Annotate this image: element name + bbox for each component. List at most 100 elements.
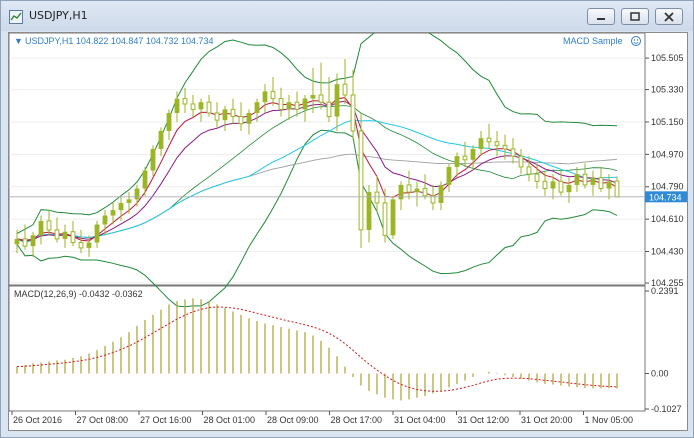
candle-bull [286, 102, 292, 110]
candle-bear [486, 137, 492, 143]
chart-window: USDJPY,H1 ▼ USDJPY,H1 104.822 104.847 10… [0, 0, 694, 438]
candle-bull [142, 170, 148, 189]
time-tick-label: 31 Oct 20:00 [521, 415, 573, 425]
candle-bear [534, 173, 540, 182]
candle-bull [102, 215, 108, 225]
price-panel[interactable] [8, 32, 646, 286]
macd-label: MACD(12,26,9) -0.0432 -0.0362 [14, 289, 143, 299]
window-title: USDJPY,H1 [29, 9, 88, 22]
candle-bull [126, 199, 132, 203]
candle-bull [366, 192, 372, 230]
candle-bear [406, 184, 412, 193]
candle-bear [358, 130, 364, 231]
candle-bear [78, 242, 84, 249]
candle-bear [238, 116, 244, 125]
price-axis: 105.505 105.330 105.150 104.970 104.790 104.6… [645, 53, 684, 288]
candle-bear [294, 101, 300, 110]
candle-bear [382, 202, 388, 236]
candle-bear [206, 101, 212, 114]
candle-bull [310, 94, 316, 99]
restore-icon [630, 11, 640, 21]
macd-axis: 0.2391 0.00 -0.1027 [645, 286, 682, 414]
candle-bull [14, 238, 20, 245]
time-tick-label: 27 Oct 08:00 [77, 415, 129, 425]
candle-bull [478, 138, 484, 149]
candle-bull [118, 202, 124, 211]
candle-bull [454, 156, 460, 167]
macd-tick-label: 0.00 [651, 369, 669, 379]
candle-bear [422, 188, 428, 197]
candle-bear [182, 98, 188, 105]
candle-bull [262, 91, 268, 103]
candle-bear [374, 191, 380, 204]
price-tick-label: 105.330 [651, 85, 684, 95]
candle-bear [190, 103, 196, 110]
minimize-icon [597, 17, 605, 20]
candle-bull [94, 224, 100, 243]
symbol-info: USDJPY,H1 104.822 104.847 104.732 104.73… [25, 36, 214, 46]
time-tick-label: 31 Oct 12:00 [458, 415, 510, 425]
candle-bull [174, 98, 180, 113]
current-price-value: 104.734 [649, 192, 682, 202]
candle-bear [558, 180, 564, 193]
candle-bear [542, 180, 548, 190]
candle-bull [198, 102, 204, 110]
candle-bear [614, 180, 620, 198]
candle-bull [414, 188, 420, 193]
candle-bear [46, 220, 52, 231]
expert-name: MACD Sample [563, 36, 623, 46]
candle-bull [246, 112, 252, 124]
candle-bull [302, 98, 308, 110]
macd-tick-label: -0.1027 [651, 404, 682, 414]
time-tick-label: 1 Nov 05:00 [585, 415, 634, 425]
candle-bear [270, 90, 276, 100]
candle-bear [502, 144, 508, 150]
candle-bull [110, 210, 116, 216]
price-tick-label: 104.430 [651, 247, 684, 257]
title-bar[interactable]: USDJPY,H1 [1, 1, 693, 31]
time-tick-label: 26 Oct 2016 [13, 415, 62, 425]
price-tick-label: 104.790 [651, 182, 684, 192]
candle-bull [334, 84, 340, 117]
time-tick-label: 31 Oct 04:00 [394, 415, 446, 425]
restore-button[interactable] [621, 8, 649, 25]
candle-bull [390, 199, 396, 236]
candle-bear [54, 229, 60, 240]
price-tick-label: 105.505 [651, 53, 684, 63]
close-icon [664, 11, 674, 22]
candle-bull [438, 184, 444, 203]
price-tick-label: 104.970 [651, 149, 684, 159]
candle-bear [526, 166, 532, 175]
close-button[interactable] [655, 8, 683, 25]
candle-bull [590, 177, 596, 185]
candle-bear [350, 94, 356, 132]
candle-bear [278, 98, 284, 110]
time-axis: 26 Oct 2016 27 Oct 08:00 27 Oct 16:00 28 Oc… [11, 411, 634, 425]
candle-bull [158, 130, 164, 149]
candle-bear [214, 112, 220, 121]
candle-bull [62, 231, 68, 239]
candle-bear [318, 94, 324, 103]
candle-bear [70, 231, 76, 244]
time-tick-label: 28 Oct 17:00 [331, 415, 383, 425]
macd-tick-label: 0.2391 [651, 286, 679, 296]
candle-bull [606, 181, 612, 189]
candle-bear [582, 173, 588, 186]
candle-bear [462, 155, 468, 161]
candle-bull [446, 166, 452, 185]
candle-bear [230, 108, 236, 118]
time-tick-label: 28 Oct 01:00 [204, 415, 256, 425]
candle-bull [574, 174, 580, 185]
candle-bear [22, 238, 28, 247]
candle-bull [150, 148, 156, 171]
chart-area[interactable]: ▼ USDJPY,H1 104.822 104.847 104.732 104.… [8, 19, 688, 431]
candle-bear [342, 83, 348, 96]
minimize-button[interactable] [587, 8, 615, 25]
candle-bear [326, 101, 332, 118]
candle-bear [518, 155, 524, 168]
collapse-arrow-icon[interactable]: ▼ [14, 36, 23, 46]
time-tick-label: 27 Oct 16:00 [140, 415, 192, 425]
candle-bull [166, 112, 172, 131]
price-tick-label: 104.610 [651, 214, 684, 224]
price-chart[interactable]: ▼ USDJPY,H1 104.822 104.847 104.732 104.… [8, 19, 687, 430]
